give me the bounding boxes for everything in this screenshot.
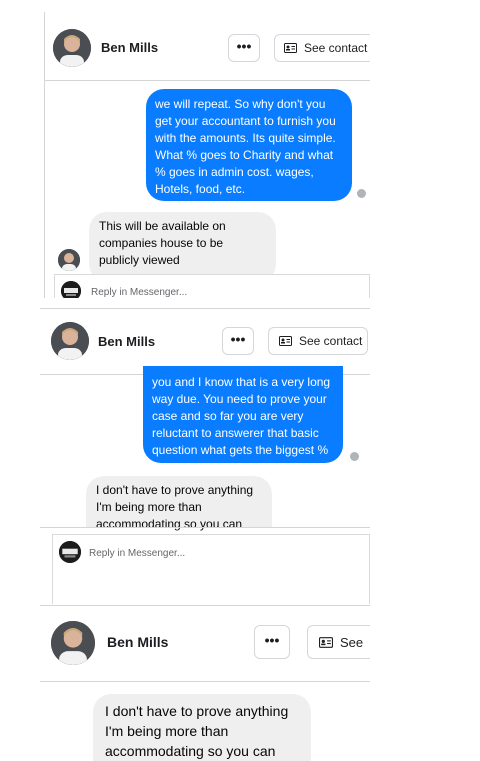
user-avatar <box>59 541 81 563</box>
more-icon: ••• <box>264 631 280 648</box>
received-message: This will be available on companies hous… <box>89 212 276 282</box>
sent-message: we will repeat. So why don't you get you… <box>146 89 352 201</box>
contact-card-icon <box>319 636 333 648</box>
received-message: I don't have to prove anything I'm being… <box>93 694 311 761</box>
message-avatar <box>58 249 80 271</box>
received-message: I don't have to prove anything I'm being… <box>86 476 272 531</box>
contact-name[interactable]: Ben Mills <box>107 634 168 650</box>
contact-avatar[interactable] <box>51 621 95 665</box>
more-options-button[interactable]: ••• <box>254 625 290 659</box>
sent-message: you and I know that is a very long way d… <box>143 366 343 463</box>
more-options-button[interactable]: ••• <box>228 34 260 62</box>
contact-name[interactable]: Ben Mills <box>98 334 155 349</box>
chat-panel-2: Ben Mills ••• See contact you and I know… <box>40 308 370 604</box>
panel-border-left <box>44 12 45 298</box>
more-options-button[interactable]: ••• <box>222 327 254 355</box>
chat-panel-3: Ben Mills ••• See I don't have to prove … <box>40 605 370 761</box>
panel-top-border <box>40 308 370 309</box>
header-divider <box>40 681 370 682</box>
see-contact-label: See contact <box>304 41 368 55</box>
reply-input-placeholder[interactable]: Reply in Messenger... <box>89 548 185 559</box>
contact-card-icon <box>284 43 297 53</box>
reply-box[interactable]: Reply in Messenger... <box>52 534 370 604</box>
contact-name[interactable]: Ben Mills <box>101 40 158 55</box>
header-divider <box>44 80 370 81</box>
see-contact-label: See contact <box>299 334 363 348</box>
panel-top-border <box>40 605 370 606</box>
contact-avatar[interactable] <box>53 29 91 67</box>
reply-input-placeholder[interactable]: Reply in Messenger... <box>91 287 187 298</box>
chat-panel-1: Ben Mills ••• See contact we will repeat… <box>44 12 370 298</box>
see-contact-label: See <box>340 634 364 650</box>
seen-icon <box>357 189 366 198</box>
more-icon: ••• <box>230 330 246 347</box>
contact-card-icon <box>279 336 292 346</box>
see-contact-button[interactable]: See contact <box>274 34 370 62</box>
seen-icon <box>350 452 359 461</box>
user-avatar <box>61 281 81 298</box>
see-contact-button[interactable]: See <box>307 625 370 659</box>
contact-avatar[interactable] <box>51 322 89 360</box>
reply-box[interactable]: Reply in Messenger... <box>54 274 370 298</box>
messages-divider <box>40 527 370 528</box>
more-icon: ••• <box>236 37 252 54</box>
see-contact-button[interactable]: See contact <box>268 327 368 355</box>
